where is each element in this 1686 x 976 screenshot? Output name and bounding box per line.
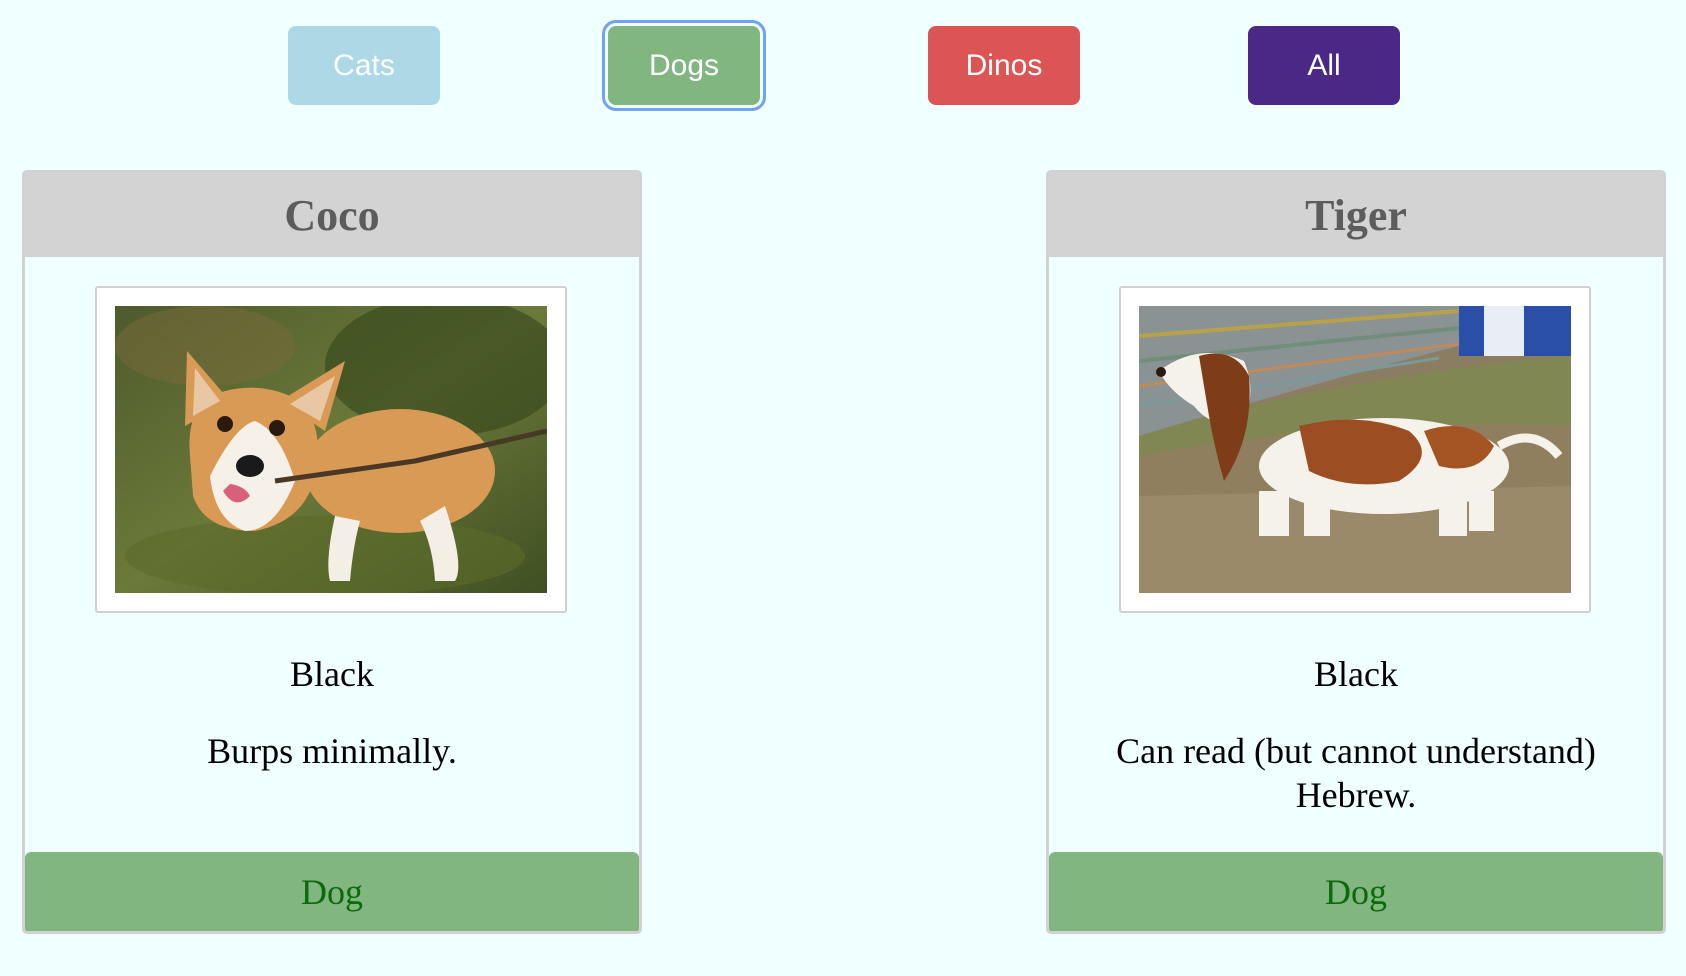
card-title: Tiger [1049, 173, 1663, 257]
pet-type-label: Dog [25, 852, 639, 931]
pet-card: Tiger Black Can read (but cannot underst… [1046, 170, 1666, 934]
pet-color: Black [1314, 654, 1398, 694]
filter-dogs-button[interactable]: Dogs [602, 20, 766, 111]
basset-hound-photo [1139, 306, 1571, 593]
filter-cats-button[interactable]: Cats [288, 26, 440, 105]
pet-type-label: Dog [1049, 852, 1663, 931]
pet-description: Can read (but cannot understand) Hebrew. [1116, 731, 1596, 815]
pet-card: Coco Black Burps minimally. Dog [22, 170, 642, 934]
photo-frame [95, 286, 567, 613]
filter-all-button[interactable]: All [1248, 26, 1400, 105]
corgi-photo [115, 306, 547, 593]
pet-description: Burps minimally. [207, 731, 457, 771]
photo-frame [1119, 286, 1591, 613]
filter-dinos-button[interactable]: Dinos [928, 26, 1080, 105]
pet-color: Black [290, 654, 374, 694]
card-title: Coco [25, 173, 639, 257]
